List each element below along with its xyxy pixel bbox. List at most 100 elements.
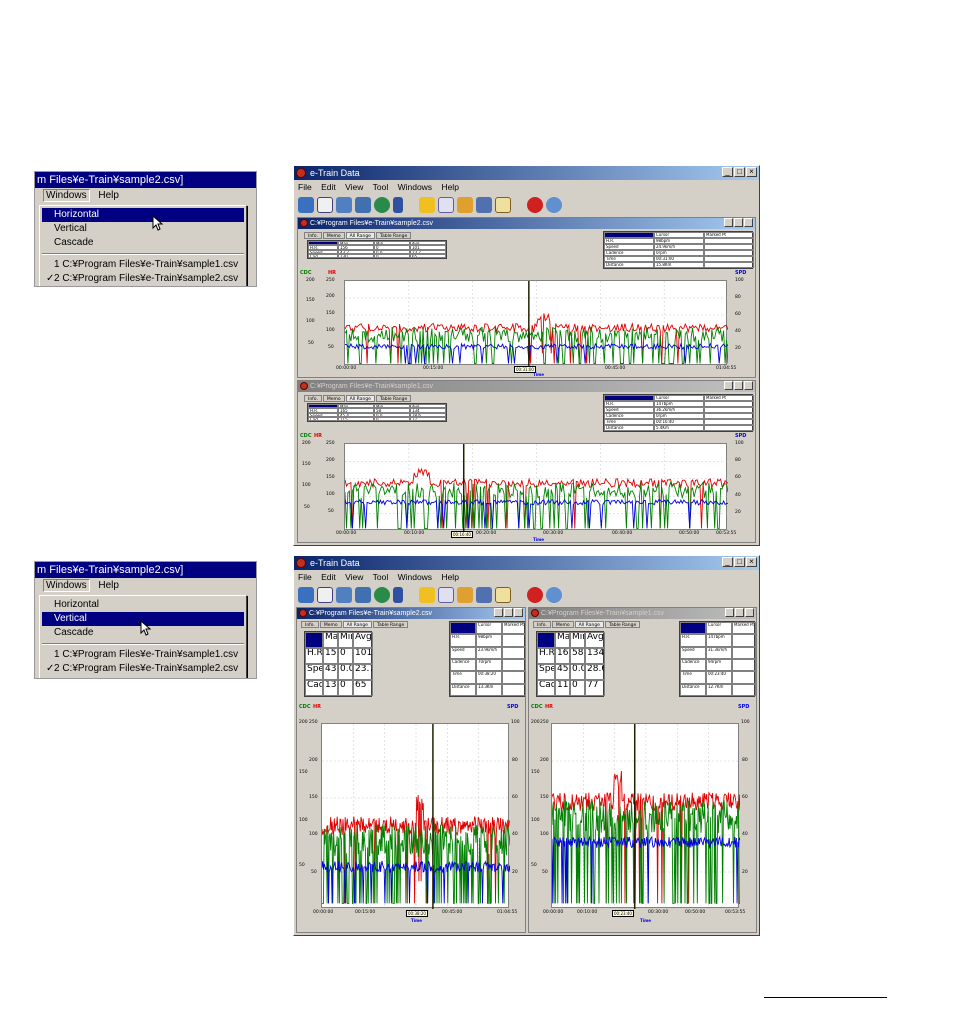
font-a-icon[interactable] bbox=[419, 197, 435, 213]
maximize-button[interactable]: □ bbox=[734, 557, 745, 567]
menu-item-recent-1[interactable]: 1 C:¥Program Files¥e-Train¥sample1.csv bbox=[42, 648, 244, 662]
summary-table: MaxMinAvg H.R.1560101 Speed43.20.023.7 C… bbox=[304, 631, 373, 697]
menu-item-recent-2[interactable]: ✓ 2 C:¥Program Files¥e-Train¥sample2.csv bbox=[42, 272, 244, 286]
grid-icon[interactable] bbox=[457, 587, 473, 603]
minimize-button[interactable] bbox=[724, 218, 733, 227]
menu-windows[interactable]: Windows bbox=[398, 182, 432, 192]
menu-view[interactable]: View bbox=[345, 182, 363, 192]
tab-info[interactable]: Info. bbox=[304, 232, 322, 239]
menu-item-horizontal[interactable]: Horizontal bbox=[42, 208, 244, 222]
tab-all-range[interactable]: All Range bbox=[574, 621, 604, 628]
graph-icon[interactable] bbox=[495, 197, 511, 213]
tab-memo[interactable]: Memo bbox=[551, 621, 574, 628]
menu-item-recent-2[interactable]: ✓ 2 C:¥Program Files¥e-Train¥sample2.csv bbox=[42, 662, 244, 676]
menu-file[interactable]: File bbox=[298, 572, 312, 582]
minimize-button[interactable] bbox=[494, 608, 503, 617]
x-tick: 00:50:00 bbox=[679, 531, 700, 536]
close-button[interactable] bbox=[744, 218, 753, 227]
download-icon[interactable] bbox=[355, 197, 371, 213]
tab-table-range[interactable]: Table Range bbox=[375, 395, 412, 402]
menu-help[interactable]: Help bbox=[98, 580, 119, 591]
connect-icon[interactable] bbox=[298, 197, 314, 213]
tab-info[interactable]: Info. bbox=[533, 621, 551, 628]
x-tick: 00:40:00 bbox=[612, 531, 633, 536]
tab-table-range[interactable]: Table Range bbox=[372, 621, 409, 628]
menu-view[interactable]: View bbox=[345, 572, 363, 582]
plot-area-v-right[interactable] bbox=[551, 723, 741, 909]
graph-icon[interactable] bbox=[495, 587, 511, 603]
tab-memo[interactable]: Memo bbox=[322, 232, 345, 239]
cdc-axis-label: CDC bbox=[299, 704, 311, 710]
grid-icon[interactable] bbox=[457, 197, 473, 213]
download-icon[interactable] bbox=[355, 587, 371, 603]
plot-area-v-left[interactable] bbox=[321, 723, 511, 909]
stop-icon[interactable] bbox=[527, 197, 543, 213]
tab-memo[interactable]: Memo bbox=[322, 395, 345, 402]
font-a-icon[interactable] bbox=[419, 587, 435, 603]
maximize-button[interactable] bbox=[734, 218, 743, 227]
tab-all-range[interactable]: All Range bbox=[345, 395, 375, 402]
plot-area-h-bottom[interactable] bbox=[344, 443, 729, 531]
tab-info[interactable]: Info. bbox=[304, 395, 322, 402]
menu-windows[interactable]: Windows bbox=[398, 572, 432, 582]
tab-memo[interactable]: Memo bbox=[319, 621, 342, 628]
menu-item-horizontal[interactable]: Horizontal bbox=[42, 598, 244, 612]
globe-icon[interactable] bbox=[374, 197, 390, 213]
font-b-icon[interactable] bbox=[438, 587, 454, 603]
door-icon[interactable] bbox=[393, 587, 403, 603]
menu-tool[interactable]: Tool bbox=[373, 182, 389, 192]
menu-tool[interactable]: Tool bbox=[373, 572, 389, 582]
plot-area-h-top[interactable] bbox=[344, 280, 729, 366]
minimize-button[interactable] bbox=[725, 608, 734, 617]
maximize-button[interactable] bbox=[735, 608, 744, 617]
maximize-button[interactable] bbox=[504, 608, 513, 617]
tab-all-range[interactable]: All Range bbox=[342, 621, 372, 628]
menu-windows[interactable]: Windows bbox=[43, 579, 90, 592]
y2-tick: 60 bbox=[735, 475, 741, 480]
maximize-button[interactable] bbox=[734, 381, 743, 390]
hr-axis-label: HR bbox=[328, 270, 337, 276]
y-tick: 200 bbox=[531, 720, 540, 725]
tab-table-range[interactable]: Table Range bbox=[375, 232, 412, 239]
globe-icon[interactable] bbox=[374, 587, 390, 603]
menu-help[interactable]: Help bbox=[441, 572, 458, 582]
y-tick: 100 bbox=[299, 818, 308, 823]
search-icon[interactable] bbox=[546, 587, 562, 603]
cyclist-icon[interactable] bbox=[476, 197, 492, 213]
menu-edit[interactable]: Edit bbox=[321, 572, 336, 582]
tab-info[interactable]: Info. bbox=[301, 621, 319, 628]
cursor-table: Cursor Marked Pt H.R. 147bpm Speed 36.2km/h… bbox=[603, 394, 754, 432]
upload-icon[interactable] bbox=[336, 197, 352, 213]
maximize-button[interactable]: □ bbox=[734, 167, 745, 177]
y-tick: 100 bbox=[306, 319, 315, 324]
menu-help[interactable]: Help bbox=[441, 182, 458, 192]
minimize-button[interactable]: _ bbox=[722, 167, 733, 177]
close-button[interactable] bbox=[745, 608, 754, 617]
menu-edit[interactable]: Edit bbox=[321, 182, 336, 192]
menu-item-cascade[interactable]: Cascade bbox=[42, 236, 244, 250]
menu-item-vertical[interactable]: Vertical bbox=[42, 222, 244, 236]
x-tick: 00:45:00 bbox=[442, 910, 463, 915]
cyclist-icon[interactable] bbox=[476, 587, 492, 603]
child-window-controls bbox=[494, 608, 523, 617]
close-button[interactable] bbox=[744, 381, 753, 390]
minimize-button[interactable] bbox=[724, 381, 733, 390]
connect-icon[interactable] bbox=[298, 587, 314, 603]
menu-item-recent-1[interactable]: 1 C:¥Program Files¥e-Train¥sample1.csv bbox=[42, 258, 244, 272]
search-icon[interactable] bbox=[546, 197, 562, 213]
new-icon[interactable] bbox=[317, 587, 333, 603]
stop-icon[interactable] bbox=[527, 587, 543, 603]
close-button[interactable] bbox=[514, 608, 523, 617]
close-button[interactable]: × bbox=[746, 167, 757, 177]
menu-help[interactable]: Help bbox=[98, 190, 119, 201]
upload-icon[interactable] bbox=[336, 587, 352, 603]
minimize-button[interactable]: _ bbox=[722, 557, 733, 567]
new-icon[interactable] bbox=[317, 197, 333, 213]
font-b-icon[interactable] bbox=[438, 197, 454, 213]
tab-all-range[interactable]: All Range bbox=[345, 232, 375, 239]
menu-windows[interactable]: Windows bbox=[43, 189, 90, 202]
menu-file[interactable]: File bbox=[298, 182, 312, 192]
close-button[interactable]: × bbox=[746, 557, 757, 567]
door-icon[interactable] bbox=[393, 197, 403, 213]
tab-table-range[interactable]: Table Range bbox=[604, 621, 641, 628]
